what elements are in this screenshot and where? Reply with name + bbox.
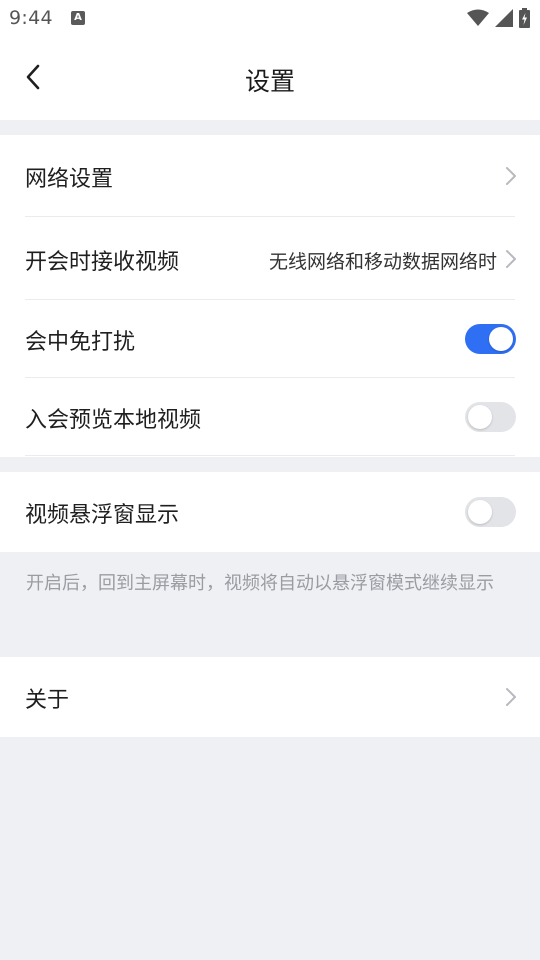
status-bar: 9:44 A — [0, 0, 540, 38]
network-settings-row[interactable]: 网络设置 — [0, 135, 540, 217]
notification-icon: A — [71, 11, 85, 25]
about-row[interactable]: 关于 — [0, 657, 540, 737]
settings-group-floating: 视频悬浮窗显示 — [0, 472, 540, 552]
floating-window-row: 视频悬浮窗显示 — [0, 472, 540, 552]
network-settings-label: 网络设置 — [25, 167, 114, 192]
receive-video-label: 开会时接收视频 — [25, 250, 180, 275]
receive-video-value: 无线网络和移动数据网络时 — [268, 251, 497, 273]
receive-video-row[interactable]: 开会时接收视频 无线网络和移动数据网络时 — [0, 217, 540, 300]
header: 设置 — [0, 38, 540, 120]
settings-group-main: 网络设置 开会时接收视频 无线网络和移动数据网络时 会中免打扰 入会预览本地视频 — [0, 135, 540, 457]
do-not-disturb-row: 会中免打扰 — [0, 300, 540, 378]
wifi-icon — [467, 9, 489, 26]
status-time: 9:44 — [9, 7, 53, 29]
settings-group-about: 关于 — [0, 657, 540, 737]
floating-window-label: 视频悬浮窗显示 — [25, 503, 180, 528]
do-not-disturb-label: 会中免打扰 — [25, 330, 136, 355]
status-icons — [467, 7, 530, 29]
cellular-signal-icon — [495, 9, 513, 27]
preview-local-video-toggle[interactable] — [465, 402, 516, 432]
toggle-knob — [468, 405, 492, 429]
divider — [25, 455, 515, 456]
floating-window-toggle[interactable] — [465, 497, 516, 527]
toggle-knob — [489, 327, 513, 351]
chevron-right-icon — [506, 250, 516, 268]
floating-window-hint: 开启后，回到主屏幕时，视频将自动以悬浮窗模式继续显示 — [26, 573, 494, 594]
about-label: 关于 — [25, 688, 70, 713]
chevron-right-icon — [506, 167, 516, 185]
chevron-right-icon — [506, 688, 516, 706]
preview-local-video-label: 入会预览本地视频 — [25, 408, 202, 433]
page-title: 设置 — [244, 67, 295, 96]
do-not-disturb-toggle[interactable] — [465, 324, 516, 354]
battery-charging-icon — [519, 8, 530, 28]
preview-local-video-row: 入会预览本地视频 — [0, 378, 540, 457]
toggle-knob — [468, 500, 492, 524]
